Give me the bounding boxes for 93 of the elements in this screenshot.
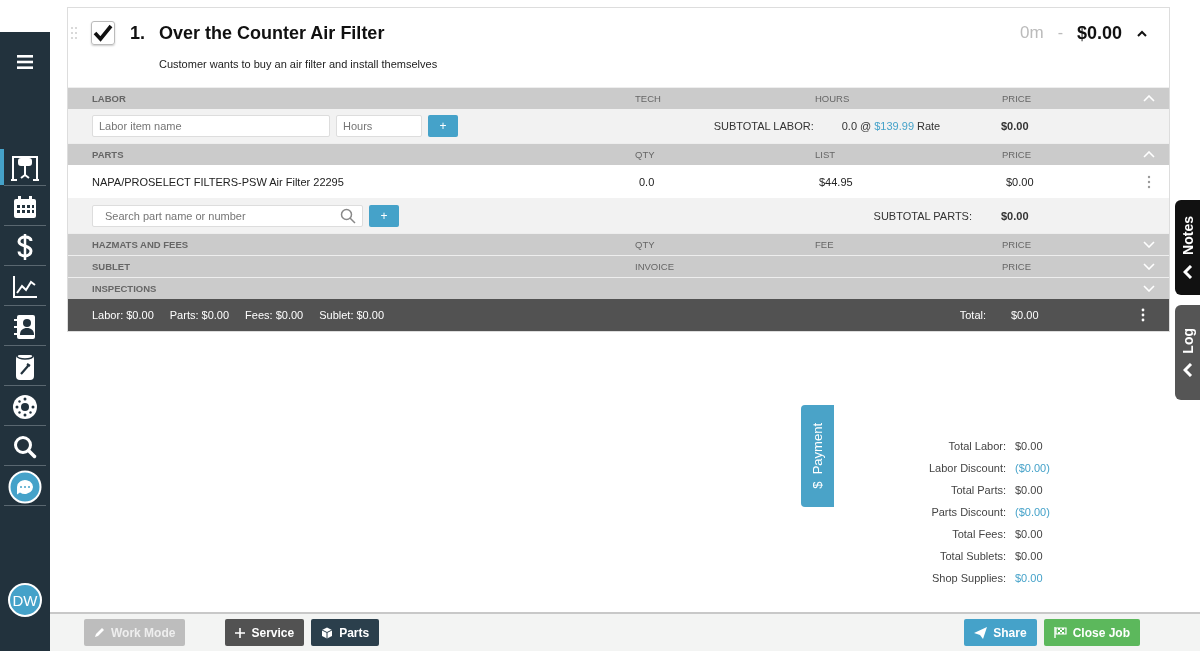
payment-tab[interactable]: $ Payment [801,405,834,507]
column-header: HOURS [815,93,851,104]
contact-card-icon [14,314,36,340]
log-tab[interactable]: Log [1175,305,1200,400]
checkbox[interactable] [91,21,115,45]
job-price: $0.00 [1076,22,1122,44]
summary-amount: Sublet: $0.00 [319,309,385,321]
subtotal-value: $0.00 [1001,120,1030,132]
total-link[interactable]: $0.00 [1015,572,1050,584]
add-button[interactable]: + [369,204,399,227]
subtotal-hours: 0.0 @ [841,120,872,132]
labor-name-field[interactable]: Labor item name [92,115,330,137]
pencil-icon [94,627,105,638]
job-title: Over the Counter Air Filter [159,22,385,44]
column-header: LIST [815,149,837,160]
total-label: Total Sublets: [938,550,1006,562]
section-title: HAZMATS AND FEES [92,239,190,250]
total-label: Total Labor: [947,440,1006,452]
hours-field[interactable]: Hours [336,115,422,137]
section-title: SUBLET [92,261,131,272]
section-header[interactable]: PARTS QTY LIST PRICE [68,143,1169,165]
total-value: $0.00 [1015,550,1044,562]
add-button[interactable]: + [428,115,458,137]
total-label: Total Parts: [949,484,1006,496]
job-description: Customer wants to buy an air filter and install themselves [158,58,439,72]
collapse-chevron-icon[interactable] [1137,29,1147,37]
part-list-price: $44.95 [818,175,854,188]
wheel-icon [12,394,38,420]
share-button[interactable]: Share [964,619,1037,646]
drag-handle-icon[interactable] [71,27,77,39]
subtotal-label: SUBTOTAL PARTS: [873,209,972,222]
column-header: INVOICE [635,261,675,272]
section-header[interactable]: LABOR TECH HOURS PRICE [68,87,1169,109]
part-search-field[interactable]: Search part name or number [92,204,363,227]
job-duration: 0m [1020,23,1044,43]
add-service-button[interactable]: Service [225,619,305,646]
subtotal-value: $0.00 [1001,209,1030,222]
search-icon[interactable] [340,207,356,224]
plus-icon [235,627,246,638]
summary-amount: Fees: $0.00 [245,309,304,321]
menu-icon [17,55,33,69]
total-link[interactable]: ($0.00) [1015,462,1050,474]
box-icon [321,626,334,639]
chevron-left-icon [1182,264,1193,279]
total-value: $0.00 [1015,440,1044,452]
column-header: TECH [635,93,662,104]
section-header[interactable]: INSPECTIONS [68,277,1169,299]
section-title: LABOR [92,93,127,104]
line-chart-icon [12,275,38,299]
rate-link[interactable]: $139.99 [874,120,914,132]
more-icon[interactable] [1141,308,1145,322]
part-qty: 0.0 [638,175,656,188]
rate-label: Rate [917,120,942,132]
total-label: Total Fees: [951,528,1006,540]
column-header: PRICE [1002,261,1032,272]
calendar-icon [13,195,37,219]
section-title: INSPECTIONS [92,283,158,294]
column-header: QTY [635,149,656,160]
chevron-left-icon [1182,363,1193,378]
total-label: Labor Discount: [927,462,1006,474]
subtotal-label: SUBTOTAL LABOR: [713,120,814,132]
section-header[interactable]: HAZMATS AND FEES QTY FEE PRICE [68,233,1169,255]
parts-button[interactable]: Parts [311,619,380,646]
section-header[interactable]: SUBLET INVOICE PRICE [68,255,1169,277]
separator-dash: - [1057,24,1063,42]
sidebar-item[interactable] [4,469,46,506]
user-avatar[interactable]: DW [8,583,42,617]
close-job-button[interactable]: Close Job [1043,619,1140,646]
paper-plane-icon [974,626,988,639]
search-icon [13,435,37,459]
summary-amount: Labor: $0.00 [92,309,154,321]
total-label: Shop Supplies: [931,572,1006,584]
total-value: $0.00 [1015,528,1044,540]
total-label: Total: [959,309,986,321]
total-value: $0.00 [1011,309,1040,321]
chat-icon [8,470,42,504]
column-header: QTY [635,239,655,250]
dollar-icon [17,233,33,261]
part-price: $0.00 [1005,175,1035,188]
total-value: $0.00 [1015,484,1044,496]
part-name: NAPA/PROSELECT FILTERS-PSW Air Filter 22295 [92,175,345,188]
column-header: FEE [815,239,834,250]
job-number: 1. [130,22,145,44]
column-header: PRICE [1002,93,1033,104]
total-link[interactable]: ($0.00) [1015,506,1050,518]
checkered-flag-icon [1053,627,1067,638]
total-label: Parts Discount: [930,506,1006,518]
section-title: PARTS [92,149,125,160]
column-header: PRICE [1002,149,1033,160]
oil-can-wrench-icon [14,352,36,382]
notes-tab[interactable]: Notes [1175,200,1200,295]
column-header: PRICE [1002,239,1032,250]
summary-amount: Parts: $0.00 [169,309,230,321]
